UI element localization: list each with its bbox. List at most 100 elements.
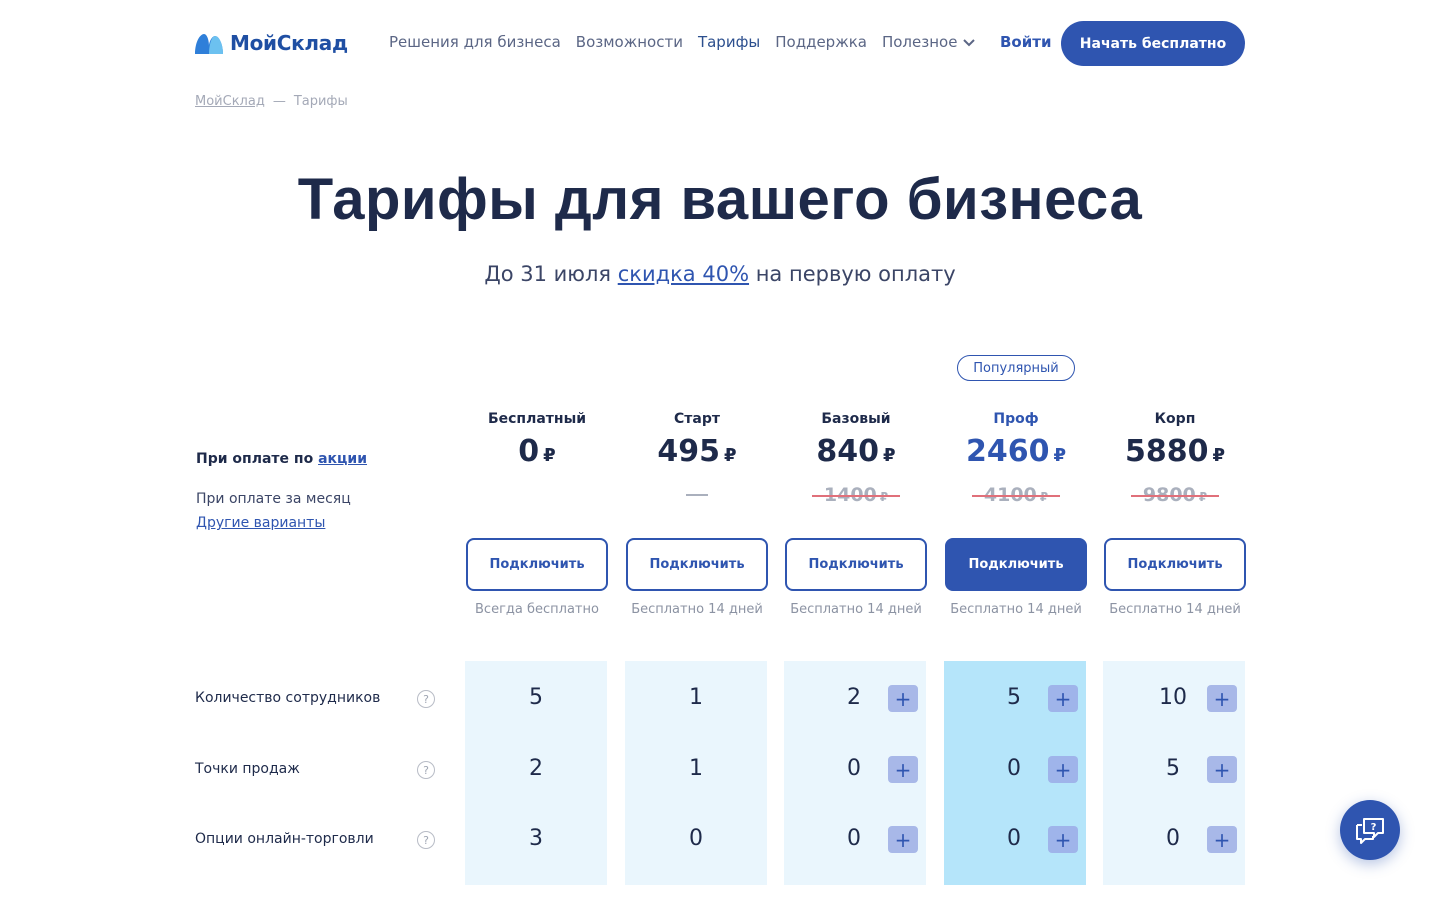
plan-connect-button[interactable]: Подключить bbox=[626, 538, 768, 591]
plan-old-price: 1400 ₽ bbox=[785, 484, 927, 506]
feature-value: 0 bbox=[689, 826, 703, 851]
chat-help-icon: ? bbox=[1356, 818, 1384, 844]
nav-useful-label: Полезное bbox=[881, 33, 958, 51]
logo[interactable]: МойСклад bbox=[194, 28, 348, 58]
feature-value: 0 bbox=[1007, 756, 1021, 781]
question-icon[interactable]: ? bbox=[417, 690, 435, 708]
login-link[interactable]: Войти bbox=[1000, 33, 1051, 51]
feature-label: Количество сотрудников bbox=[195, 690, 381, 706]
plan-price-value: 840 bbox=[816, 434, 880, 469]
nav-features[interactable]: Возможности bbox=[576, 33, 683, 51]
currency-sign: ₽ bbox=[883, 445, 896, 466]
chat-button[interactable]: ? bbox=[1340, 800, 1400, 860]
discount-link[interactable]: скидка 40% bbox=[618, 262, 749, 286]
feature-value: 5 bbox=[529, 685, 543, 710]
feature-value: 3 bbox=[529, 826, 543, 851]
plan-price: 495 ₽ bbox=[626, 434, 768, 469]
promo-label-text: При оплате по bbox=[196, 451, 319, 467]
plus-icon[interactable]: + bbox=[1048, 826, 1078, 853]
plan-price: 5880 ₽ bbox=[1104, 434, 1246, 469]
plan-trial-text: Бесплатно 14 дней bbox=[1109, 602, 1241, 617]
plan-old-price-value: 1400 bbox=[823, 484, 877, 506]
feature-value: 10 bbox=[1159, 685, 1187, 710]
feature-value: 0 bbox=[847, 756, 861, 781]
breadcrumb-separator: — bbox=[272, 94, 286, 109]
currency-sign: ₽ bbox=[1198, 490, 1208, 504]
nav-support[interactable]: Поддержка bbox=[775, 33, 867, 51]
feature-value: 0 bbox=[1166, 826, 1180, 851]
plan-price: 2460 ₽ bbox=[945, 434, 1087, 469]
chevron-down-icon bbox=[963, 38, 976, 46]
svg-text:?: ? bbox=[1371, 822, 1377, 833]
plan-price-value: 5880 bbox=[1124, 434, 1209, 469]
promo-link[interactable]: акции bbox=[318, 451, 367, 467]
plan-old-price-strike: 9800 ₽ bbox=[1130, 484, 1220, 506]
feature-value: 0 bbox=[847, 826, 861, 851]
question-icon[interactable]: ? bbox=[417, 761, 435, 779]
plus-icon[interactable]: + bbox=[1207, 756, 1237, 783]
plus-icon[interactable]: + bbox=[1207, 685, 1237, 712]
nav-useful[interactable]: Полезное bbox=[881, 33, 976, 51]
feature-label: Опции онлайн-торговли bbox=[195, 831, 374, 847]
feature-value: 1 bbox=[689, 685, 703, 710]
currency-sign: ₽ bbox=[1212, 445, 1226, 466]
plan-old-price-strike: 1400 ₽ bbox=[811, 484, 901, 506]
breadcrumb-current: Тарифы bbox=[293, 94, 348, 109]
plus-icon[interactable]: + bbox=[888, 826, 918, 853]
currency-sign: ₽ bbox=[879, 490, 889, 504]
plan-price-value: 0 bbox=[518, 434, 540, 469]
breadcrumb-home[interactable]: МойСклад bbox=[195, 94, 265, 109]
plan-name: Базовый bbox=[821, 411, 891, 427]
feature-value: 5 bbox=[1166, 756, 1180, 781]
page-subtitle: До 31 июля скидка 40% на первую оплату bbox=[0, 262, 1440, 286]
plan-old-price: 9800 ₽ bbox=[1104, 484, 1246, 506]
monthly-price-label: При оплате за месяц bbox=[196, 491, 351, 507]
popular-badge: Популярный bbox=[957, 355, 1075, 381]
currency-sign: ₽ bbox=[724, 445, 737, 466]
plan-name: Старт bbox=[674, 411, 720, 427]
plan-connect-button[interactable]: Подключить bbox=[785, 538, 927, 591]
plan-price: 840 ₽ bbox=[785, 434, 927, 469]
subtitle-text-after: на первую оплату bbox=[749, 262, 956, 286]
plan-old-price-value: 4100 bbox=[983, 484, 1037, 506]
start-free-button[interactable]: Начать бесплатно bbox=[1061, 21, 1245, 66]
logo-text: МойСклад bbox=[230, 31, 348, 55]
other-options-link[interactable]: Другие варианты bbox=[196, 515, 325, 531]
currency-sign: ₽ bbox=[1039, 490, 1049, 504]
feature-label: Точки продаж bbox=[195, 761, 300, 777]
currency-sign: ₽ bbox=[1053, 445, 1067, 466]
plan-trial-text: Бесплатно 14 дней bbox=[790, 602, 922, 617]
feature-value: 0 bbox=[1007, 826, 1021, 851]
plus-icon[interactable]: + bbox=[888, 756, 918, 783]
question-icon[interactable]: ? bbox=[417, 831, 435, 849]
feature-value: 1 bbox=[689, 756, 703, 781]
plan-old-price-value: 9800 bbox=[1142, 484, 1196, 506]
plus-icon[interactable]: + bbox=[1048, 756, 1078, 783]
main-nav: Решения для бизнеса Возможности Тарифы П… bbox=[389, 33, 990, 51]
plan-old-price: 4100 ₽ bbox=[945, 484, 1087, 506]
plan-price-value: 495 bbox=[657, 434, 721, 469]
plan-connect-button[interactable]: Подключить bbox=[945, 538, 1087, 591]
plus-icon[interactable]: + bbox=[1207, 826, 1237, 853]
plan-name: Бесплатный bbox=[487, 411, 587, 427]
nav-solutions[interactable]: Решения для бизнеса bbox=[389, 33, 561, 51]
logo-icon bbox=[195, 34, 223, 54]
plan-price: 0 ₽ bbox=[466, 434, 608, 469]
plan-connect-button[interactable]: Подключить bbox=[1104, 538, 1246, 591]
no-monthly-price-dash bbox=[686, 494, 708, 496]
nav-pricing[interactable]: Тарифы bbox=[698, 33, 760, 51]
plus-icon[interactable]: + bbox=[1048, 685, 1078, 712]
plan-connect-button[interactable]: Подключить bbox=[466, 538, 608, 591]
promo-price-label: При оплате по акции bbox=[196, 451, 367, 467]
page-title: Тарифы для вашего бизнеса bbox=[297, 167, 1143, 232]
subtitle-text-before: До 31 июля bbox=[484, 262, 618, 286]
plus-icon[interactable]: + bbox=[888, 685, 918, 712]
breadcrumb: МойСклад — Тарифы bbox=[195, 94, 348, 109]
plan-old-price-strike: 4100 ₽ bbox=[971, 484, 1061, 506]
plan-trial-text: Всегда бесплатно bbox=[475, 602, 599, 617]
feature-value: 5 bbox=[1007, 685, 1021, 710]
feature-value: 2 bbox=[847, 685, 861, 710]
plan-price-value: 2460 bbox=[965, 434, 1050, 469]
plan-trial-text: Бесплатно 14 дней bbox=[631, 602, 763, 617]
plan-name: Проф bbox=[993, 411, 1039, 427]
